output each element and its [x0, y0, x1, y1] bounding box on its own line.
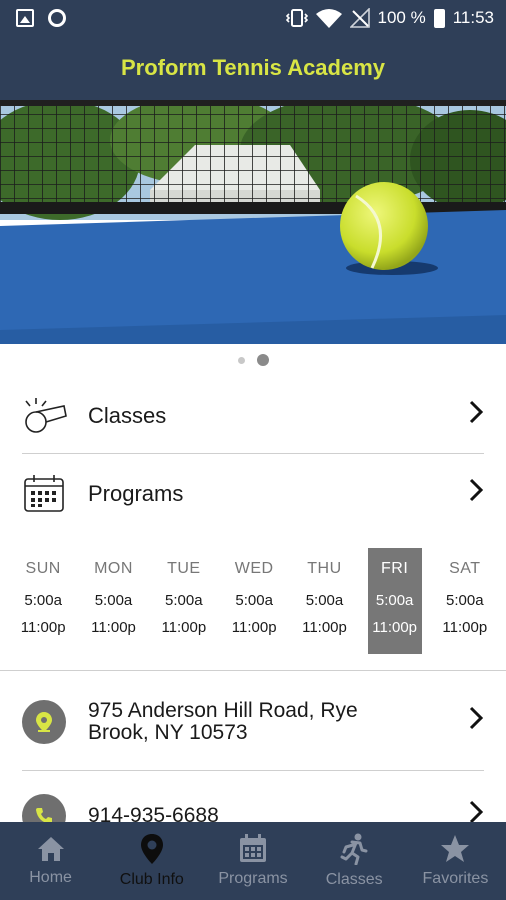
day-name: FRI	[381, 560, 409, 577]
programs-label: Programs	[88, 481, 184, 506]
day-name: MON	[94, 560, 133, 577]
nav-classes-label: Classes	[325, 871, 383, 888]
open-time: 5:00a	[305, 592, 344, 609]
open-time: 5:00a	[24, 592, 62, 609]
app-header: Proform Tennis Academy	[0, 36, 506, 100]
day-name: WED	[234, 560, 274, 577]
divider	[0, 670, 506, 671]
day-wed: WED 5:00a 11:00p	[219, 548, 289, 654]
day-fri-today: FRI 5:00a 11:00p	[367, 548, 422, 654]
divider	[22, 453, 484, 454]
image-icon	[16, 9, 34, 27]
calendar-icon	[22, 474, 68, 514]
open-time: 5:00a	[375, 592, 414, 609]
opening-hours: SUN 5:00a 11:00p MON 5:00a 11:00p TUE 5:…	[8, 548, 500, 654]
no-signal-icon	[349, 8, 370, 28]
status-bar: 100 % 11:53	[0, 0, 506, 36]
vibrate-icon	[285, 9, 308, 27]
day-thu: THU 5:00a 11:00p	[289, 548, 359, 654]
calendar-icon	[240, 834, 266, 862]
day-sun: SUN 5:00a 11:00p	[8, 548, 78, 654]
close-time: 11:00p	[161, 619, 207, 636]
hero-image[interactable]	[0, 100, 506, 346]
address-line-2: Brook, NY 10573	[88, 721, 248, 744]
classes-label: Classes	[88, 403, 167, 428]
close-time: 11:00p	[442, 619, 488, 636]
carousel-dot[interactable]	[237, 356, 245, 364]
nav-favorites-label: Favorites	[422, 870, 489, 887]
day-tue: TUE 5:00a 11:00p	[149, 548, 219, 654]
open-time: 5:00a	[165, 592, 203, 609]
open-time: 5:00a	[94, 592, 133, 609]
tennis-court-photo	[0, 100, 506, 346]
home-icon	[37, 837, 64, 861]
nav-favorites[interactable]: Favorites	[405, 822, 506, 900]
close-time: 11:00p	[372, 619, 418, 636]
bottom-navigation: Home Club Info Programs Classes Favorite…	[0, 822, 506, 900]
chevron-right-icon	[468, 705, 484, 739]
address-row[interactable]: 975 Anderson Hill Road, Rye Brook, NY 10…	[22, 697, 484, 747]
day-name: TUE	[167, 560, 201, 577]
location-pin-icon	[140, 834, 163, 864]
day-name: SUN	[25, 560, 61, 577]
address-text: 975 Anderson Hill Road, Rye Brook, NY 10…	[88, 700, 418, 744]
close-time: 11:00p	[20, 619, 66, 636]
runner-icon	[340, 833, 368, 865]
star-icon	[441, 835, 470, 862]
day-mon: MON 5:00a 11:00p	[78, 548, 148, 654]
classes-row[interactable]: Classes	[22, 394, 484, 438]
nav-home[interactable]: Home	[0, 822, 101, 900]
divider	[22, 770, 484, 771]
battery-percent: 100 %	[377, 8, 426, 27]
battery-icon	[433, 8, 445, 28]
close-time: 11:00p	[302, 619, 347, 636]
address-line-1: 975 Anderson Hill Road, Rye	[88, 699, 358, 722]
location-pin-icon	[22, 700, 66, 744]
whistle-icon	[22, 396, 68, 436]
wifi-icon	[315, 9, 342, 28]
nav-home-label: Home	[29, 869, 72, 886]
day-sat: SAT 5:00a 11:00p	[430, 548, 500, 654]
carousel-indicator[interactable]	[0, 354, 506, 366]
nav-club-info-label: Club Info	[119, 871, 184, 888]
close-time: 11:00p	[231, 619, 277, 636]
carousel-dot-active[interactable]	[256, 354, 269, 366]
open-time: 5:00a	[235, 592, 273, 609]
open-time: 5:00a	[446, 592, 484, 609]
nav-programs[interactable]: Programs	[202, 822, 303, 900]
day-name: SAT	[449, 560, 481, 577]
nav-programs-label: Programs	[218, 870, 288, 887]
close-time: 11:00p	[91, 619, 136, 636]
day-name: THU	[307, 560, 342, 577]
clock: 11:53	[452, 8, 494, 27]
chevron-right-icon	[468, 477, 484, 511]
chevron-right-icon	[468, 399, 484, 433]
programs-row[interactable]: Programs	[22, 472, 484, 516]
circle-icon	[48, 9, 66, 27]
nav-classes[interactable]: Classes	[304, 822, 405, 900]
page-title: Proform Tennis Academy	[120, 55, 386, 80]
nav-club-info[interactable]: Club Info	[101, 822, 202, 900]
